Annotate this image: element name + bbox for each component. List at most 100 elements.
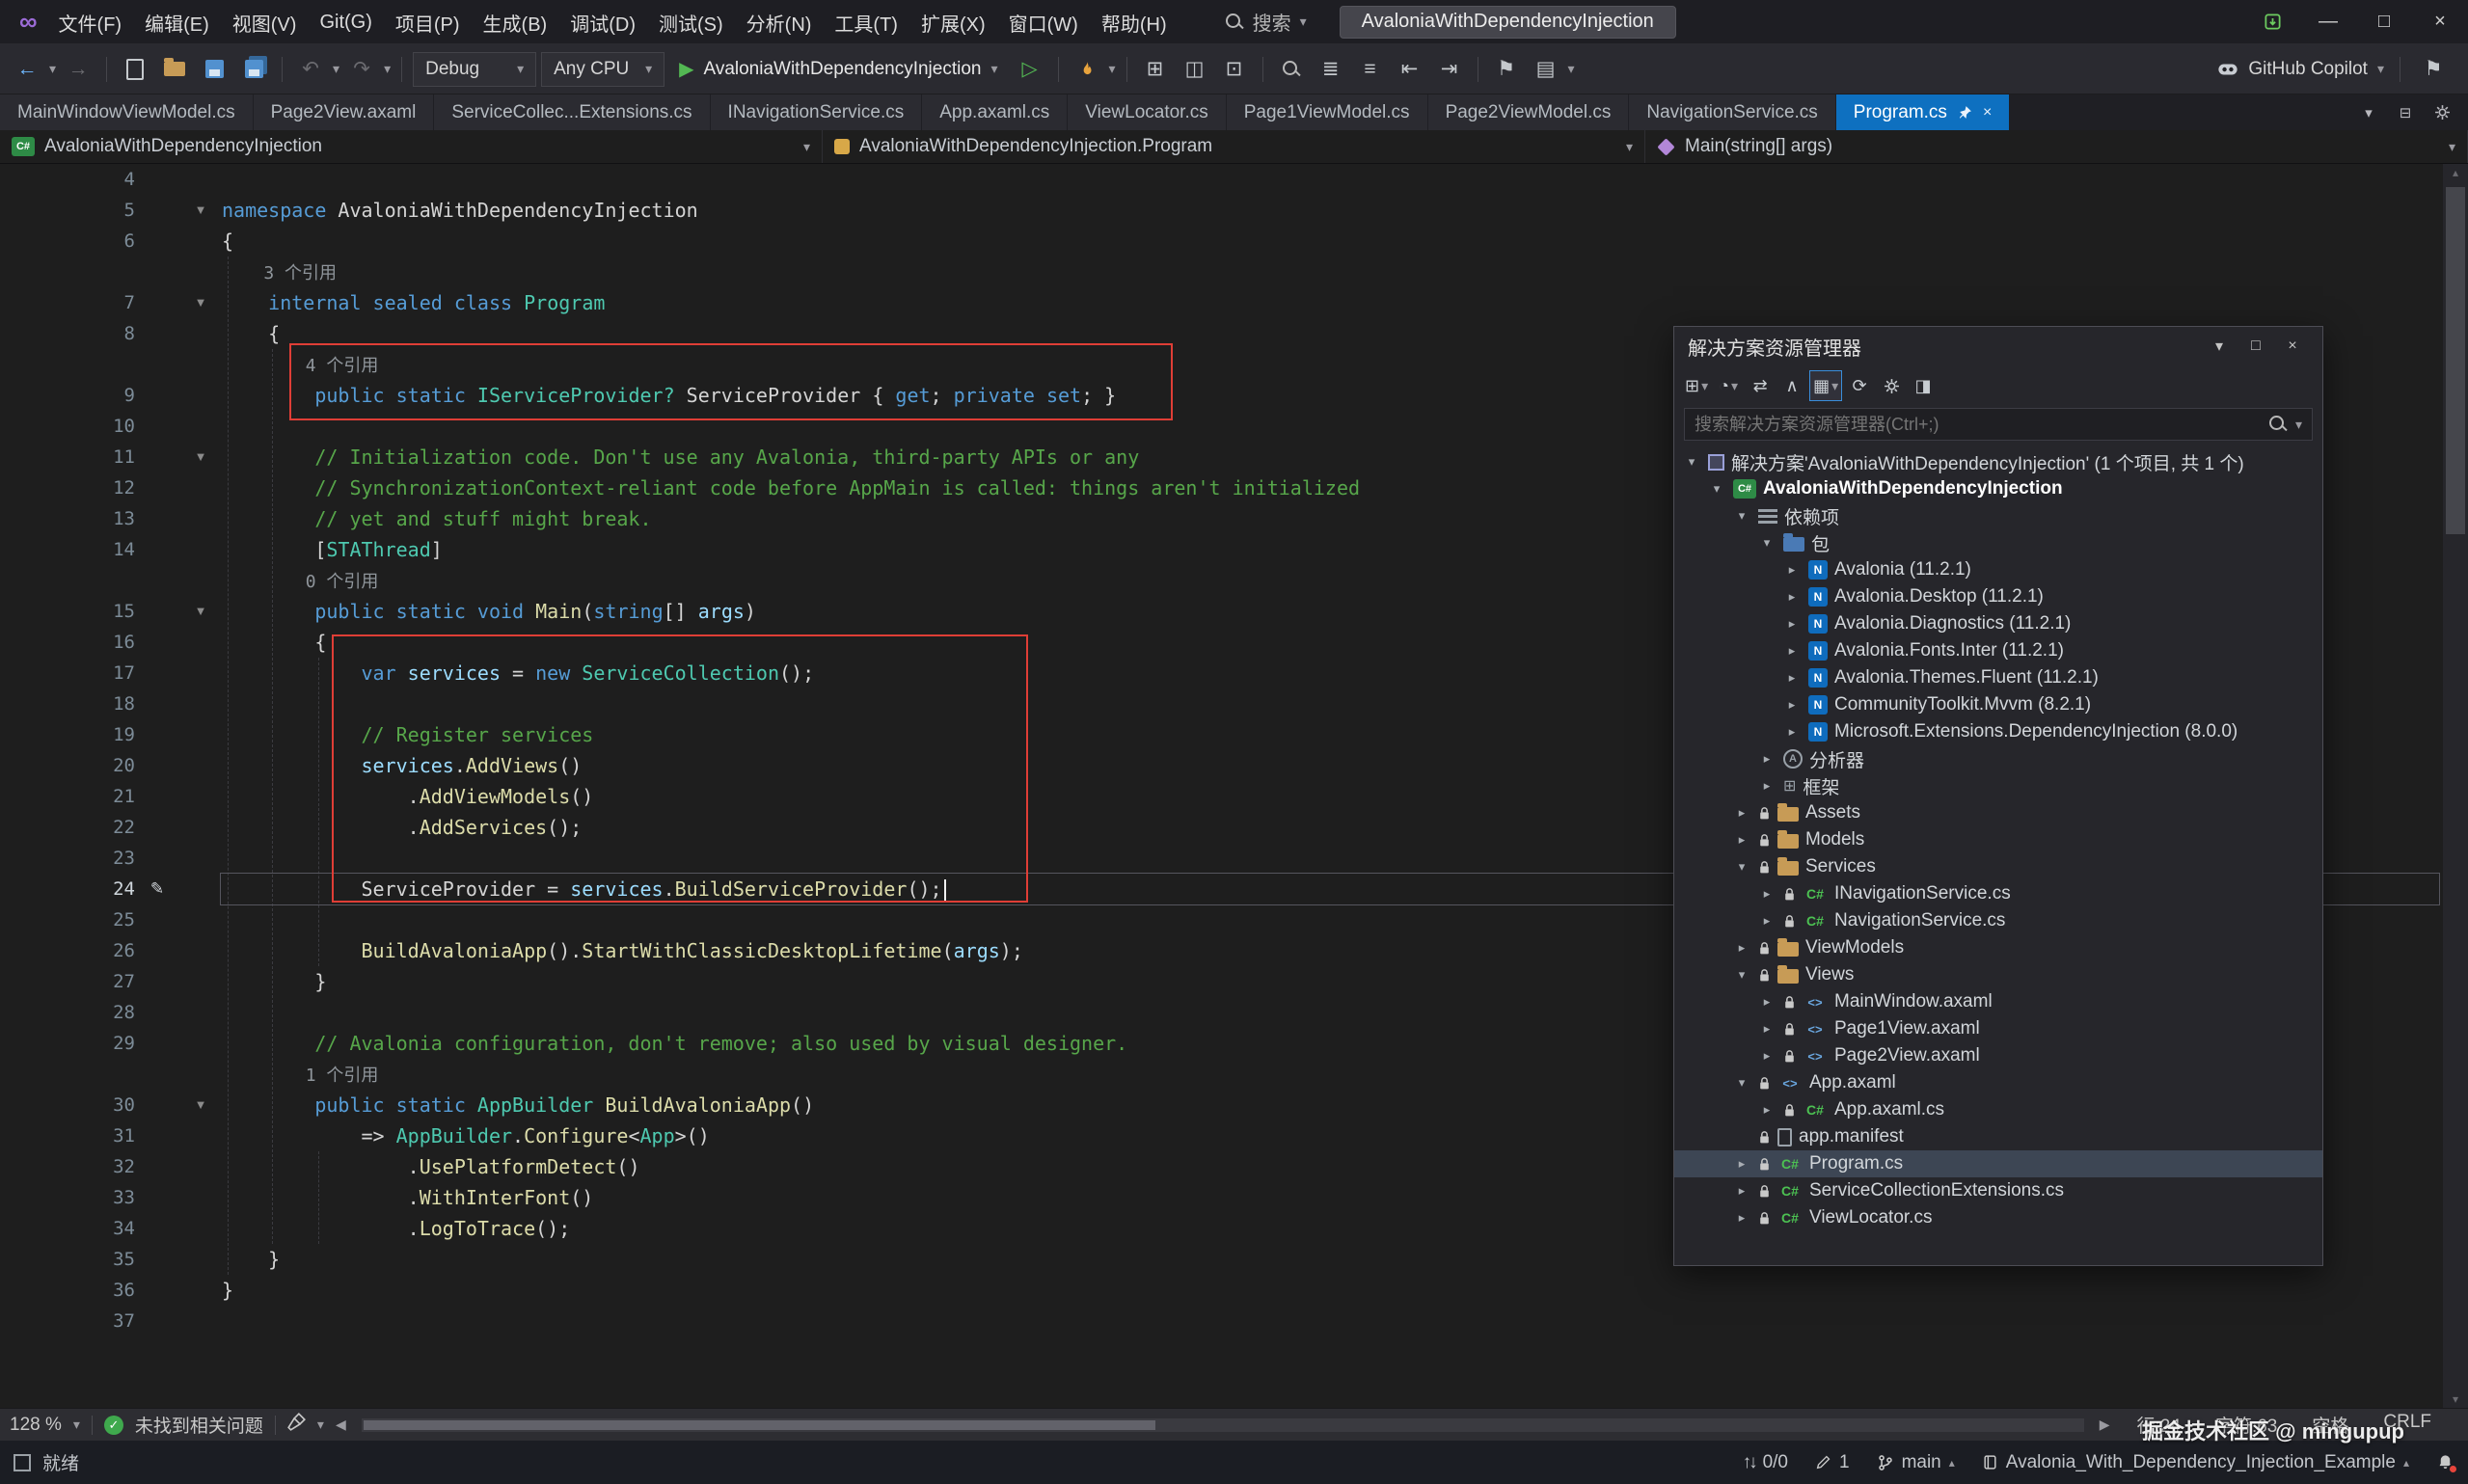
repository-button[interactable]: Avalonia_With_Dependency_Injection_Examp… (1982, 1452, 2409, 1473)
notifications-button[interactable] (2436, 1453, 2454, 1471)
tree-item[interactable]: ▸Assets (1674, 799, 2322, 826)
line-number[interactable]: 27 (0, 966, 135, 997)
bookmarks-window-icon[interactable]: ▤ (1529, 52, 1563, 87)
tree-item[interactable]: ▸A分析器 (1674, 745, 2322, 772)
uncomment-selection-icon[interactable]: ≡ (1353, 52, 1388, 87)
expander-icon[interactable]: ▸ (1782, 616, 1802, 632)
tree-item[interactable]: ▾解决方案'AvaloniaWithDependencyInjection' (… (1674, 448, 2322, 475)
line-number[interactable] (0, 565, 135, 596)
line-number[interactable]: 11 (0, 442, 135, 472)
expander-icon[interactable]: ▸ (1757, 751, 1776, 767)
expander-icon[interactable]: ▸ (1732, 805, 1751, 821)
line-number[interactable]: 23 (0, 843, 135, 874)
document-tab[interactable]: Page1ViewModel.cs (1227, 94, 1428, 130)
menu-item[interactable]: 项目(P) (384, 0, 472, 44)
tree-item[interactable]: ▸NAvalonia.Fonts.Inter (11.2.1) (1674, 637, 2322, 664)
switch-views-icon[interactable]: ⊞▾ (1682, 370, 1711, 401)
fold-icon[interactable]: ▼ (179, 442, 222, 472)
line-number[interactable]: 30 (0, 1090, 135, 1120)
expander-icon[interactable]: ▾ (1732, 859, 1751, 875)
tree-item[interactable]: ▸<>Page2View.axaml (1674, 1042, 2322, 1069)
line-number[interactable]: 10 (0, 411, 135, 442)
document-tab[interactable]: Program.cs× (1836, 94, 2010, 130)
hot-reload-icon[interactable] (1070, 52, 1104, 87)
code-line[interactable]: 36} (0, 1275, 2443, 1306)
tree-item[interactable]: app.manifest (1674, 1123, 2322, 1150)
vertical-scrollbar[interactable]: ▴ ▾ (2443, 164, 2468, 1408)
horizontal-scrollbar-thumb[interactable] (364, 1420, 1156, 1430)
close-window-button[interactable]: × (2412, 0, 2468, 44)
tree-item[interactable]: ▸C#ServiceCollectionExtensions.cs (1674, 1177, 2322, 1204)
close-tab-button[interactable]: × (1983, 104, 1992, 121)
expander-icon[interactable]: ▸ (1757, 994, 1776, 1010)
tree-item[interactable]: ▸Models (1674, 826, 2322, 853)
scrollbar-thumb[interactable] (2446, 187, 2465, 534)
hot-reload-dropdown-icon[interactable]: ▾ (1109, 61, 1116, 77)
pending-changes-filter-icon[interactable]: ◔▾ (1714, 370, 1743, 401)
menu-item[interactable]: 帮助(H) (1090, 0, 1179, 44)
split-editor-icon[interactable]: ⊟ (2389, 98, 2422, 127)
menu-item[interactable]: Git(G) (308, 0, 383, 44)
line-number[interactable]: 20 (0, 750, 135, 781)
line-number[interactable]: 16 (0, 627, 135, 658)
line-number[interactable]: 18 (0, 688, 135, 719)
save-icon[interactable] (197, 52, 231, 87)
code-line[interactable]: 4 (0, 164, 2443, 195)
line-number[interactable]: 15 (0, 596, 135, 627)
maximize-panel-icon[interactable]: □ (2239, 332, 2272, 361)
preview-window-icon[interactable]: ◫ (1178, 52, 1212, 87)
expander-icon[interactable]: ▸ (1757, 913, 1776, 929)
redo-dropdown-icon[interactable]: ▾ (384, 61, 391, 77)
tree-item[interactable]: ▸NAvalonia.Themes.Fluent (11.2.1) (1674, 664, 2322, 691)
line-number[interactable] (0, 256, 135, 287)
tree-item[interactable]: ▸<>Page1View.axaml (1674, 1015, 2322, 1042)
tree-item[interactable]: ▸C#INavigationService.cs (1674, 880, 2322, 907)
expander-icon[interactable]: ▸ (1757, 1048, 1776, 1064)
menu-item[interactable]: 视图(V) (221, 0, 309, 44)
tree-item[interactable]: ▸C#Program.cs (1674, 1150, 2322, 1177)
refresh-icon[interactable]: ⟳ (1845, 370, 1874, 401)
document-tab[interactable]: ServiceCollec...Extensions.cs (434, 94, 710, 130)
expander-icon[interactable]: ▾ (1707, 481, 1726, 497)
line-number[interactable]: 32 (0, 1151, 135, 1182)
navigate-back-icon[interactable]: ← (10, 52, 44, 87)
expander-icon[interactable]: ▸ (1782, 724, 1802, 740)
line-number[interactable] (0, 349, 135, 380)
decrease-indent-icon[interactable]: ⇤ (1393, 52, 1427, 87)
document-tab[interactable]: Page2View.axaml (254, 94, 435, 130)
expander-icon[interactable]: ▸ (1732, 1183, 1751, 1199)
tree-item[interactable]: ▾Views (1674, 961, 2322, 988)
codelens-references[interactable]: 3 个引用 (222, 263, 337, 283)
send-feedback-icon[interactable]: ⚑ (2416, 52, 2451, 87)
codelens-indicator[interactable]: 3 个引用 (0, 256, 2443, 287)
expander-icon[interactable]: ▸ (1782, 643, 1802, 659)
navigate-back-dropdown-icon[interactable]: ▾ (49, 61, 56, 77)
tree-item[interactable]: ▸ViewModels (1674, 934, 2322, 961)
scroll-right-icon[interactable]: ▶ (2100, 1417, 2110, 1433)
expander-icon[interactable]: ▸ (1732, 940, 1751, 956)
line-number[interactable]: 31 (0, 1120, 135, 1151)
document-tab[interactable]: NavigationService.cs (1629, 94, 1835, 130)
undo-icon[interactable]: ↶ (293, 52, 328, 87)
expander-icon[interactable]: ▸ (1757, 1102, 1776, 1118)
update-available-icon[interactable] (2244, 0, 2300, 44)
tree-item[interactable]: ▸⊞框架 (1674, 772, 2322, 799)
line-number[interactable]: 36 (0, 1275, 135, 1306)
solution-explorer-header[interactable]: 解决方案资源管理器 ▾ □ × (1674, 327, 2322, 365)
start-debugging-button[interactable]: ▶ AvaloniaWithDependencyInjection ▾ (669, 52, 1007, 87)
codelens-references[interactable]: 1 个引用 (222, 1066, 378, 1086)
line-number[interactable]: 4 (0, 164, 135, 195)
collapse-all-icon[interactable]: ∧ (1777, 370, 1806, 401)
tree-item[interactable]: ▸<>MainWindow.axaml (1674, 988, 2322, 1015)
tree-item[interactable]: ▸NAvalonia.Diagnostics (11.2.1) (1674, 610, 2322, 637)
line-number[interactable]: 14 (0, 534, 135, 565)
menu-item[interactable]: 扩展(X) (909, 0, 997, 44)
line-number[interactable]: 34 (0, 1213, 135, 1244)
breadcrumb-segment[interactable]: Main(string[] args)▾ (1645, 130, 2468, 163)
increase-indent-icon[interactable]: ⇥ (1432, 52, 1467, 87)
open-file-icon[interactable] (157, 52, 192, 87)
line-number[interactable]: 25 (0, 904, 135, 935)
expander-icon[interactable]: ▾ (1732, 508, 1751, 524)
solution-explorer-search-input[interactable] (1695, 415, 2261, 435)
expander-icon[interactable]: ▸ (1782, 670, 1802, 686)
